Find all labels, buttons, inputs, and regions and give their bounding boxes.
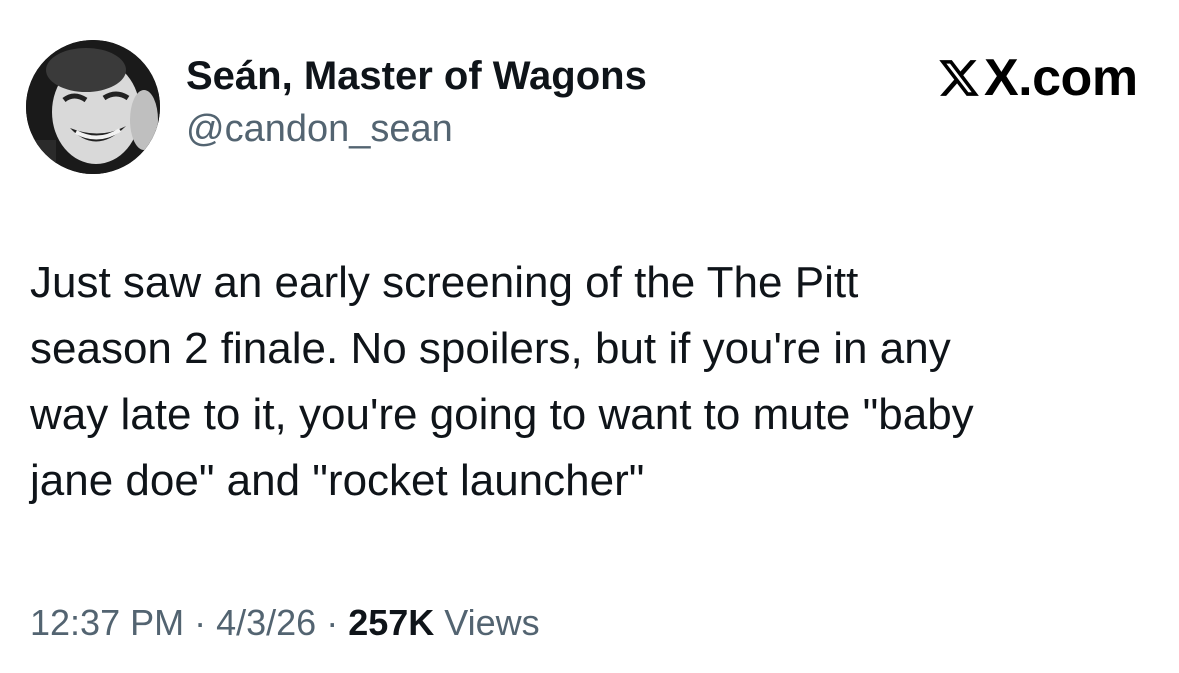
brand-watermark: X.com xyxy=(937,52,1138,104)
tweet-time[interactable]: 12:37 PM xyxy=(30,602,184,643)
brand-text: X.com xyxy=(984,49,1138,107)
views-count[interactable]: 257K xyxy=(348,602,434,643)
tweet-body-line: season 2 finale. No spoilers, but if you… xyxy=(30,324,951,373)
tweet-body-line: jane doe" and "rocket launcher" xyxy=(30,456,645,505)
tweet-card: Seán, Master of Wagons @candon_sean X.co… xyxy=(0,0,1179,673)
tweet-date[interactable]: 4/3/26 xyxy=(216,602,316,643)
author-display-name[interactable]: Seán, Master of Wagons xyxy=(186,52,647,100)
author-handle[interactable]: @candon_sean xyxy=(186,106,453,152)
meta-separator: · xyxy=(184,602,217,643)
meta-separator: · xyxy=(316,602,349,643)
views-label: Views xyxy=(434,602,540,643)
tweet-body-line: way late to it, you're going to want to … xyxy=(30,390,974,439)
tweet-body-line: Just saw an early screening of the The P… xyxy=(30,258,859,307)
avatar-photo-icon xyxy=(26,40,160,174)
author-avatar[interactable] xyxy=(26,40,160,174)
tweet-body: Just saw an early screening of the The P… xyxy=(30,250,1150,514)
tweet-meta: 12:37 PM · 4/3/26 · 257K Views xyxy=(30,601,540,645)
x-logo-icon xyxy=(939,60,979,96)
